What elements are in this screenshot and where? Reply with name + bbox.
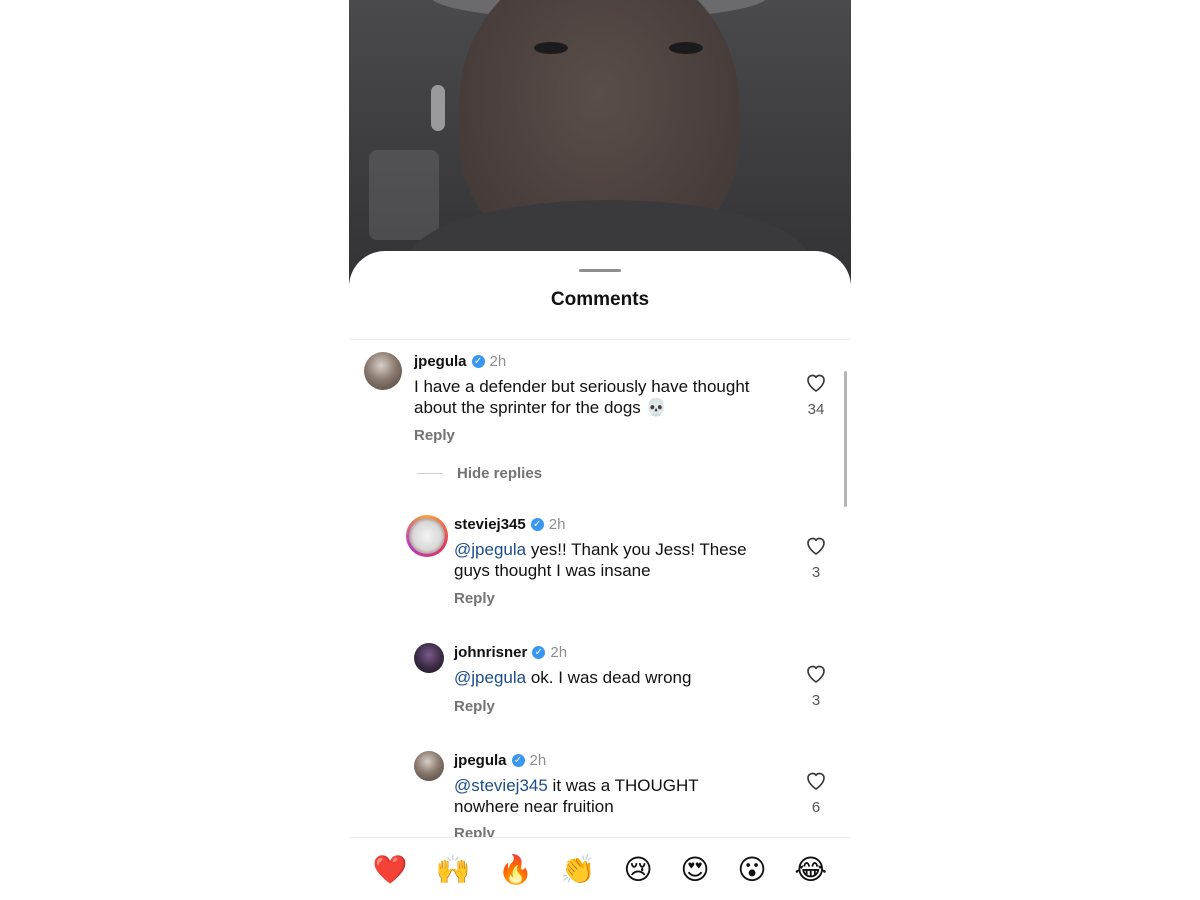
heart-icon[interactable] (804, 769, 828, 791)
hide-replies-label: Hide replies (457, 465, 543, 482)
verified-icon: ✓ (532, 646, 546, 659)
video-eye-left (534, 42, 568, 54)
username[interactable]: jpegula (414, 353, 467, 370)
timestamp: 2h (529, 752, 547, 769)
avatar[interactable] (364, 352, 402, 390)
comment-text: I have a defender but seriously have tho… (414, 377, 750, 417)
like-count: 34 (807, 401, 825, 418)
emoji-heart[interactable]: ❤️ (373, 853, 408, 886)
comment-text: @steviej345 it was a THOUGHT nowhere nea… (454, 775, 754, 817)
mention-link[interactable]: @jpegula (454, 668, 526, 687)
emoji-crying[interactable]: 😢 (623, 853, 652, 886)
hide-replies-line (417, 473, 443, 474)
emoji-heart-eyes[interactable]: 😍 (680, 853, 709, 886)
scrollbar[interactable] (844, 371, 847, 507)
reply-button[interactable]: Reply (454, 698, 495, 715)
emoji-raised-hands[interactable]: 🙌 (436, 853, 471, 886)
verified-icon: ✓ (530, 518, 544, 531)
like-count: 3 (811, 564, 821, 581)
sheet-divider (349, 339, 851, 340)
mention-link[interactable]: @steviej345 (454, 776, 548, 795)
timestamp: 2h (489, 353, 507, 370)
username[interactable]: johnrisner (454, 644, 527, 661)
hide-replies-button[interactable]: Hide replies (417, 465, 542, 482)
avatar[interactable] (414, 751, 444, 781)
sheet-grabber[interactable] (579, 269, 621, 272)
like-control[interactable]: 3 (802, 534, 830, 581)
comment-meta: jpegula ✓ 2h (454, 752, 546, 769)
username[interactable]: steviej345 (454, 516, 526, 533)
comments-sheet: Comments jpegula ✓ 2h I have a defender … (349, 251, 851, 900)
comment-meta: steviej345 ✓ 2h (454, 516, 565, 533)
verified-icon: ✓ (471, 355, 485, 368)
reply-button[interactable]: Reply (414, 427, 455, 444)
emoji-reaction-bar: ❤️ 🙌 🔥 👏 😢 😍 😮 😂 (349, 837, 851, 900)
emoji-laughing[interactable]: 😂 (794, 853, 827, 886)
mention-link[interactable]: @jpegula (454, 540, 526, 559)
heart-icon[interactable] (804, 371, 828, 393)
comment-body: ok. I was dead wrong (526, 668, 692, 687)
sheet-title: Comments (550, 289, 650, 310)
emoji-surprised[interactable]: 😮 (737, 853, 766, 886)
heart-icon[interactable] (804, 534, 828, 556)
verified-icon: ✓ (511, 754, 525, 767)
avatar[interactable] (414, 643, 444, 673)
like-count: 3 (811, 692, 821, 709)
emoji-fire[interactable]: 🔥 (498, 853, 533, 886)
comment-text: @jpegula ok. I was dead wrong (454, 667, 784, 688)
username[interactable]: jpegula (454, 752, 507, 769)
heart-icon[interactable] (804, 662, 828, 684)
comment-meta: jpegula ✓ 2h (414, 353, 506, 370)
avatar[interactable] (406, 515, 448, 557)
like-count: 6 (811, 799, 821, 816)
comment-meta: johnrisner ✓ 2h (454, 644, 567, 661)
video-eye-right (669, 42, 703, 54)
reply-button[interactable]: Reply (454, 590, 495, 607)
like-control[interactable]: 3 (802, 662, 830, 709)
like-control[interactable]: 6 (802, 769, 830, 816)
timestamp: 2h (548, 516, 566, 533)
timestamp: 2h (550, 644, 568, 661)
video-earbud (431, 85, 445, 131)
video-glass (369, 150, 439, 240)
comment-text: @jpegula yes!! Thank you Jess! These guy… (454, 539, 784, 581)
like-control[interactable]: 34 (802, 371, 830, 418)
emoji-clap[interactable]: 👏 (561, 853, 596, 886)
